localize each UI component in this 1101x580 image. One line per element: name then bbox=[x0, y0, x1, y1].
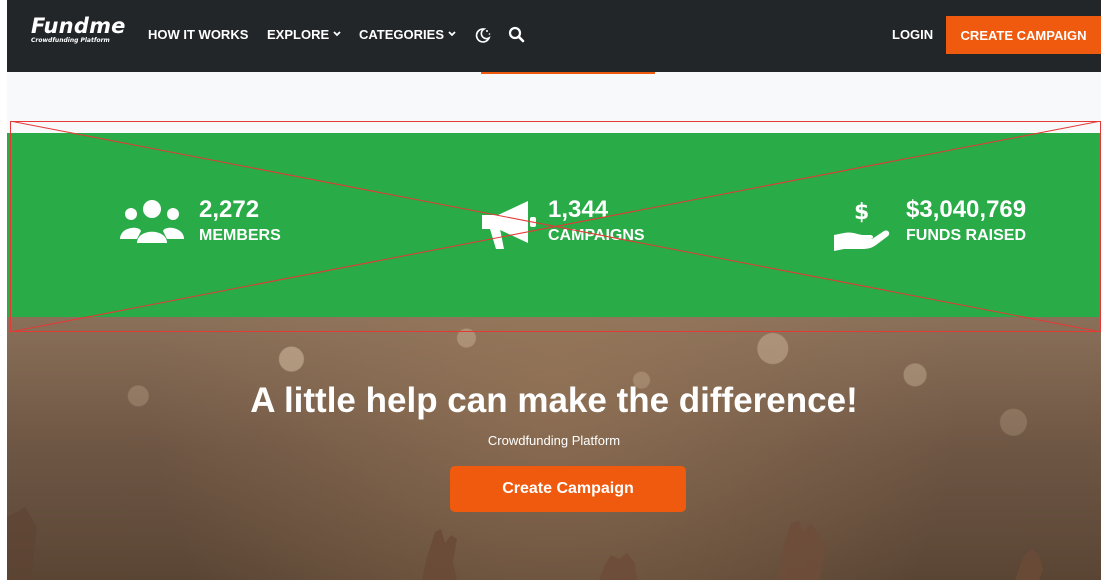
hero-subtitle: Crowdfunding Platform bbox=[487, 433, 621, 448]
nav-how-it-works[interactable]: HOW IT WORKS bbox=[148, 27, 248, 42]
create-campaign-hero-button[interactable]: Create Campaign bbox=[450, 466, 686, 512]
users-icon bbox=[119, 197, 185, 252]
login-link[interactable]: LOGIN bbox=[892, 27, 933, 42]
create-campaign-nav-button[interactable]: CREATE CAMPAIGN bbox=[946, 16, 1101, 54]
megaphone-icon bbox=[478, 197, 540, 258]
nav-how-it-works-label: HOW IT WORKS bbox=[148, 27, 249, 42]
stat-funds-raised: $ $3,040,769 FUNDS RAISED bbox=[832, 197, 1026, 258]
hero-title: A little help can make the difference! bbox=[250, 381, 858, 420]
top-navbar: Fundme Crowdfunding Platform HOW IT WORK… bbox=[7, 0, 1101, 72]
chevron-down-icon bbox=[333, 30, 341, 39]
crowd-hands-image bbox=[7, 507, 1043, 580]
stat-campaigns-label: CAMPAIGNS bbox=[548, 227, 645, 244]
brand-logo[interactable]: Fundme Crowdfunding Platform bbox=[31, 15, 131, 44]
nav-categories[interactable]: CATEGORIES bbox=[359, 27, 456, 42]
chevron-down-icon bbox=[448, 30, 456, 39]
dollar-hand-icon: $ bbox=[832, 197, 892, 258]
stat-members: 2,272 MEMBERS bbox=[119, 197, 281, 252]
hero-section: A little help can make the difference! C… bbox=[7, 317, 1101, 580]
stat-members-label: MEMBERS bbox=[199, 227, 281, 244]
stat-members-value: 2,272 bbox=[199, 196, 260, 223]
search-icon[interactable] bbox=[508, 26, 525, 48]
orange-underline bbox=[481, 72, 655, 74]
stat-campaigns-value: 1,344 bbox=[548, 196, 609, 223]
page-left-edge bbox=[0, 0, 7, 580]
brand-tagline: Crowdfunding Platform bbox=[31, 37, 110, 44]
nav-categories-label: CATEGORIES bbox=[359, 27, 444, 42]
svg-text:$: $ bbox=[854, 200, 869, 225]
brand-name: Fundme bbox=[31, 14, 126, 38]
nav-explore[interactable]: EXPLORE bbox=[267, 27, 341, 42]
section-spacer bbox=[7, 72, 1101, 133]
moon-stars-icon[interactable] bbox=[474, 26, 492, 49]
stat-funds-value: $3,040,769 bbox=[906, 196, 1027, 223]
nav-explore-label: EXPLORE bbox=[267, 27, 330, 42]
stats-band: 2,272 MEMBERS 1,344 CAMPAIGNS $ $3,040,7… bbox=[7, 133, 1101, 317]
stat-campaigns: 1,344 CAMPAIGNS bbox=[478, 197, 645, 258]
stat-funds-label: FUNDS RAISED bbox=[906, 227, 1027, 244]
